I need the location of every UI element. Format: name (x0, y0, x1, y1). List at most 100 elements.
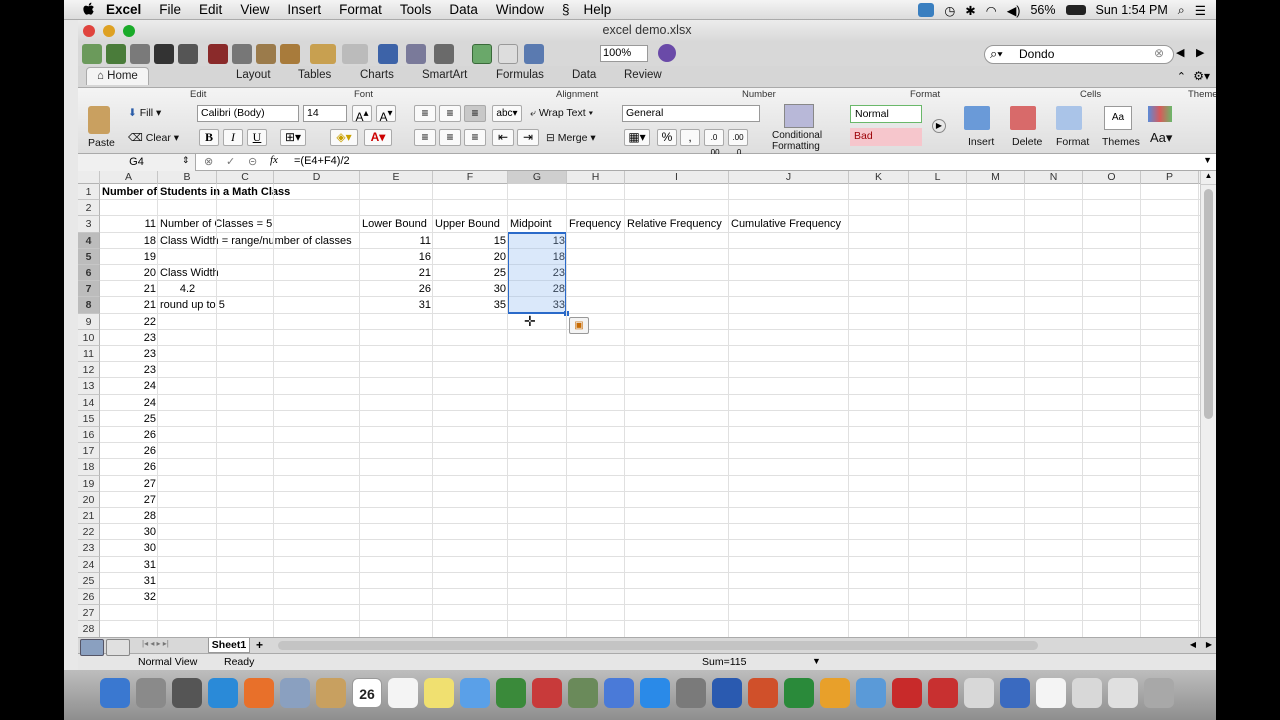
borders-icon[interactable]: ⊞▾ (280, 129, 306, 146)
tab-layout[interactable]: Layout (236, 69, 271, 81)
menu-app-excel[interactable]: Excel (106, 2, 141, 17)
collapse-ribbon-icon[interactable]: ⌃ (1177, 70, 1186, 83)
column-header-c[interactable]: C (217, 171, 274, 184)
row-header-3[interactable]: 3 (78, 216, 100, 233)
cell-a22[interactable]: 30 (100, 524, 158, 540)
column-header-m[interactable]: M (967, 171, 1025, 184)
name-box-stepper-icon[interactable]: ⇕ (182, 155, 190, 166)
vertical-scrollbar[interactable]: ▲ (1200, 171, 1216, 637)
add-sheet-button[interactable]: + (256, 638, 263, 652)
paste-icon-large[interactable] (88, 106, 110, 134)
increase-font-icon[interactable]: A▴ (352, 105, 372, 124)
undo-icon[interactable] (310, 44, 336, 64)
cell-a4[interactable]: 18 (100, 233, 158, 249)
tab-formulas[interactable]: Formulas (496, 69, 544, 81)
print-icon[interactable] (178, 44, 198, 64)
scroll-left-icon[interactable]: ◀ (1190, 640, 1196, 649)
menu-insert[interactable]: Insert (287, 2, 321, 17)
filter-icon[interactable] (434, 44, 454, 64)
format-cells-icon[interactable] (1056, 106, 1082, 130)
more-styles-icon[interactable]: ▶ (932, 119, 946, 133)
row-header-23[interactable]: 23 (78, 540, 100, 557)
dropbox-icon[interactable] (918, 3, 935, 17)
script-menu-icon[interactable]: § (562, 2, 570, 17)
select-all-corner[interactable] (78, 171, 100, 184)
font-size-select[interactable]: 14 (303, 105, 347, 122)
conditional-formatting-label-2[interactable]: Formatting (772, 141, 820, 152)
word-icon[interactable] (712, 678, 742, 708)
column-header-d[interactable]: D (274, 171, 360, 184)
row-header-15[interactable]: 15 (78, 410, 100, 427)
templates-icon[interactable] (106, 44, 126, 64)
row-header-18[interactable]: 18 (78, 459, 100, 476)
cell-f4[interactable]: 15 (433, 233, 508, 249)
column-header-k[interactable]: K (849, 171, 909, 184)
excel-icon[interactable] (784, 678, 814, 708)
battery-icon[interactable] (1065, 5, 1086, 15)
cell-e4[interactable]: 11 (360, 233, 433, 249)
menu-format[interactable]: Format (339, 2, 382, 17)
acrobat-pro-icon[interactable] (928, 678, 958, 708)
spreadsheet-grid[interactable]: ABCDEFGHIJKLMNOP 1 Number of Students in … (78, 171, 1200, 637)
cell-e7[interactable]: 26 (360, 281, 433, 297)
facetime-icon[interactable] (496, 678, 526, 708)
status-sum-dropdown-icon[interactable]: ▼ (812, 656, 821, 666)
wifi-icon[interactable]: ◠ (986, 3, 997, 18)
tab-smartart[interactable]: SmartArt (422, 69, 467, 81)
tab-home[interactable]: ⌂ Home (86, 67, 149, 85)
cell-f7[interactable]: 30 (433, 281, 508, 297)
spotlight-icon[interactable]: ⌕ (1178, 3, 1185, 18)
formula-builder-small-icon[interactable]: ⊝ (248, 155, 257, 168)
photo-booth-icon[interactable] (532, 678, 562, 708)
horizontal-scroll-thumb[interactable] (278, 641, 1038, 650)
column-header-b[interactable]: B (158, 171, 217, 184)
cell-a11[interactable]: 23 (100, 346, 158, 362)
column-header-g[interactable]: G (508, 171, 567, 184)
cell-a14[interactable]: 24 (100, 395, 158, 411)
column-header-e[interactable]: E (360, 171, 433, 184)
network-icon[interactable] (856, 678, 886, 708)
cell-b4[interactable]: Class Width = range/number of classes (158, 233, 354, 249)
document-icon[interactable] (1036, 678, 1066, 708)
wrap-text-button[interactable]: ⤶ Wrap Text ▾ (530, 107, 593, 120)
gallery-icon[interactable] (498, 44, 518, 64)
row-header-6[interactable]: 6 (78, 265, 100, 282)
acrobat-icon[interactable] (892, 678, 922, 708)
tab-review[interactable]: Review (624, 69, 662, 81)
decrease-font-icon[interactable]: A▾ (376, 105, 396, 124)
cell-a16[interactable]: 26 (100, 427, 158, 443)
cut-icon[interactable] (208, 44, 228, 64)
sheet-nav-arrows-icon[interactable]: |◂ ◂ ▸ ▸| (142, 639, 169, 648)
enter-formula-icon[interactable]: ✓ (226, 155, 235, 168)
search-prev-icon[interactable]: ◀ (1176, 46, 1184, 59)
delete-button[interactable]: Delete (1012, 136, 1042, 148)
save-icon[interactable] (154, 44, 174, 64)
cell-f5[interactable]: 20 (433, 249, 508, 265)
safari-icon[interactable] (208, 678, 238, 708)
row-header-17[interactable]: 17 (78, 443, 100, 460)
tab-charts[interactable]: Charts (360, 69, 394, 81)
cell-a1[interactable]: Number of Students in a Math Class (100, 184, 292, 200)
fill-button[interactable]: ⬇ Fill ▾ (128, 107, 161, 119)
battery-percent[interactable]: 56% (1030, 3, 1055, 17)
sheet-tab-sheet1[interactable]: Sheet1 (208, 638, 250, 653)
row-header-25[interactable]: 25 (78, 572, 100, 589)
system-preferences-icon[interactable] (676, 678, 706, 708)
search-input[interactable]: Dondo (984, 45, 1174, 64)
row-header-13[interactable]: 13 (78, 378, 100, 395)
cell-f3[interactable]: Upper Bound (433, 216, 502, 232)
column-header-a[interactable]: A (100, 171, 158, 184)
cell-i3[interactable]: Relative Frequency (625, 216, 724, 232)
conditional-formatting-label-1[interactable]: Conditional (772, 130, 822, 141)
row-header-20[interactable]: 20 (78, 491, 100, 508)
cell-e5[interactable]: 16 (360, 249, 433, 265)
row-header-4[interactable]: 4 (78, 232, 100, 249)
align-middle-icon[interactable]: ≡ (439, 105, 461, 122)
cell-a13[interactable]: 24 (100, 378, 158, 394)
increase-decimal-icon[interactable]: .0 .00 (704, 129, 724, 157)
row-header-11[interactable]: 11 (78, 346, 100, 363)
cell-a9[interactable]: 22 (100, 314, 158, 330)
themes-button[interactable]: Themes (1102, 136, 1140, 148)
delete-cells-icon[interactable] (1010, 106, 1036, 130)
preview-icon[interactable] (280, 678, 310, 708)
